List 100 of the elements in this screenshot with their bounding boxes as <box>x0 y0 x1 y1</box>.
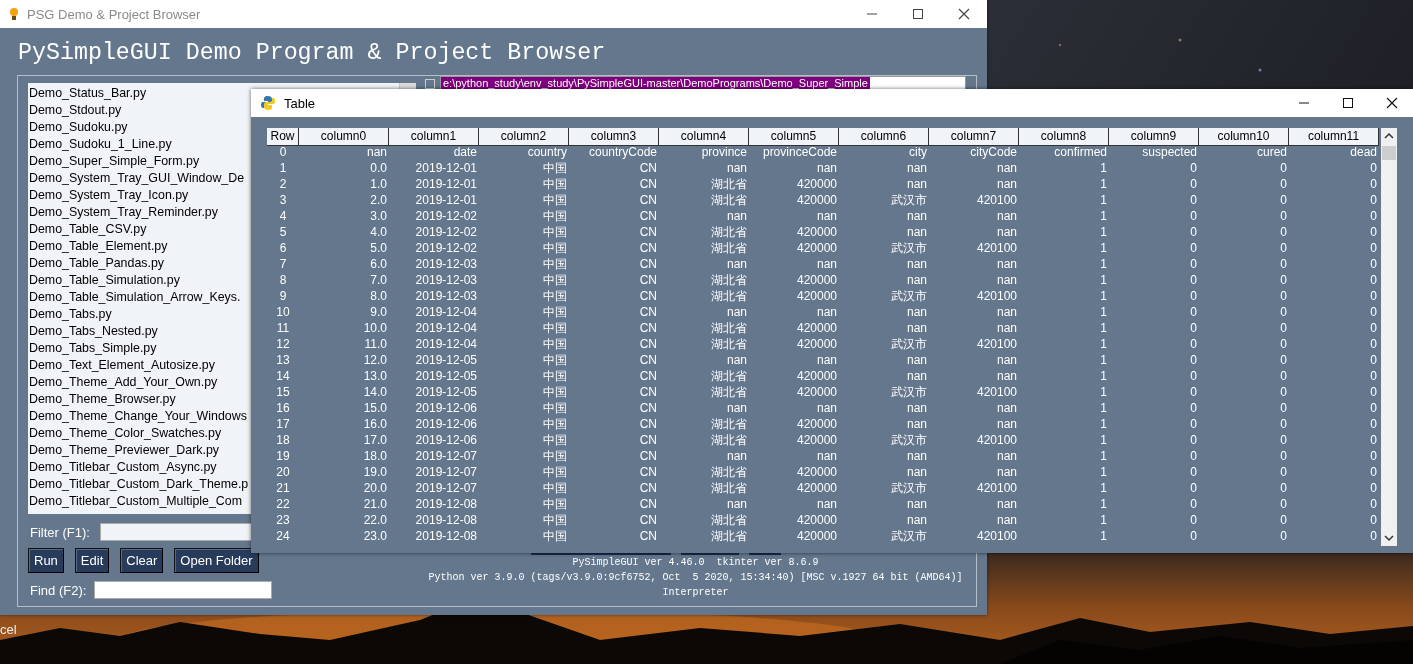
table-cell-text: 中国 <box>542 416 568 432</box>
table-cell-text: 中国 <box>542 160 568 176</box>
column-header[interactable]: column4 <box>659 128 749 146</box>
button[interactable]: Clear <box>120 548 164 573</box>
file-list-item[interactable]: Demo_Titlebar_Custom_Dark_Theme.p <box>29 476 249 493</box>
table-cell-text: CN <box>638 384 658 400</box>
table-cell-text: nan <box>815 400 838 416</box>
table-cell-text: 湖北省 <box>710 528 748 544</box>
button[interactable]: Run <box>28 548 64 573</box>
table-cell-text: 420000 <box>795 320 838 336</box>
table-cell-text: 1 <box>1099 496 1108 512</box>
button[interactable]: Open Folder <box>174 548 259 573</box>
file-list-item[interactable]: Demo_Stdout.py <box>29 102 122 119</box>
maximize-icon[interactable] <box>1342 97 1354 109</box>
file-list-item[interactable]: Demo_Tabs_Nested.py <box>29 323 158 340</box>
file-list-item[interactable]: Demo_Table_Pandas.py <box>29 255 164 272</box>
file-list-item[interactable]: Demo_Super_Simple_Form.py <box>29 153 200 170</box>
scrollbar-thumb[interactable] <box>1382 146 1396 160</box>
table-cell-text: 中国 <box>542 448 568 464</box>
table-cell-text: 420100 <box>975 288 1018 304</box>
maximize-icon[interactable] <box>912 8 924 20</box>
column-header[interactable]: column1 <box>389 128 479 146</box>
column-header[interactable]: column8 <box>1019 128 1109 146</box>
file-list-item[interactable]: Demo_System_Tray_Reminder.py <box>29 204 218 221</box>
file-list-item[interactable]: Demo_Titlebar_Custom_Multiple_Com <box>29 493 243 510</box>
file-list-item[interactable]: Demo_Theme_Previewer_Dark.py <box>29 442 220 459</box>
close-icon[interactable] <box>958 8 970 20</box>
table-cell-text: nan <box>815 352 838 368</box>
table-cell-text: 0 <box>1369 416 1378 432</box>
column-header[interactable]: column2 <box>479 128 569 146</box>
table-cell-text: 湖北省 <box>710 336 748 352</box>
table-cell-text: 0 <box>1189 480 1198 496</box>
table-cell-text: 0 <box>1279 176 1288 192</box>
file-list-item[interactable]: Demo_Theme_Color_Swatches.py <box>29 425 222 442</box>
file-list-item[interactable]: Demo_Table_Simulation.py <box>29 272 180 289</box>
table-cell-text: 中国 <box>542 240 568 256</box>
close-icon[interactable] <box>1386 97 1398 109</box>
table-cell-text: 0 <box>1189 528 1198 544</box>
column-header[interactable]: column10 <box>1199 128 1289 146</box>
table-cell-text: CN <box>638 448 658 464</box>
table-cell-text: nan <box>905 208 928 224</box>
table-cell-text: 1 <box>1099 224 1108 240</box>
file-list-item[interactable]: Demo_Sudoku_1_Line.py <box>29 136 172 153</box>
file-list-item[interactable]: Demo_System_Tray_GUI_Window_De <box>29 170 245 187</box>
table-cell-text: nan <box>365 144 388 160</box>
table-cell-text: 0 <box>1369 400 1378 416</box>
table-cell-text: nan <box>815 496 838 512</box>
table-cell-text: 420100 <box>975 528 1018 544</box>
column-header[interactable]: column7 <box>929 128 1019 146</box>
file-list-item[interactable]: Demo_Status_Bar.py <box>29 85 147 102</box>
table-cell-text: 420000 <box>795 384 838 400</box>
file-list-item[interactable]: Demo_Text_Element_Autosize.py <box>29 357 215 374</box>
file-list-item[interactable]: Demo_Theme_Browser.py <box>29 391 176 408</box>
file-list-item[interactable]: Demo_Titlebar_Custom_Async.py <box>29 459 217 476</box>
table-cell-text: 0 <box>1369 368 1378 384</box>
table-cell-text: 420100 <box>975 384 1018 400</box>
table-cell-text: 中国 <box>542 320 568 336</box>
scrollbar[interactable] <box>1381 128 1397 546</box>
table-cell-text: 2019-12-08 <box>414 512 478 528</box>
table-cell-text: 中国 <box>542 192 568 208</box>
table-cell-text: 0 <box>1369 176 1378 192</box>
table-cell-text: 0 <box>1189 176 1198 192</box>
column-header[interactable]: column11 <box>1289 128 1379 146</box>
table-cell-text: 10 <box>275 304 291 320</box>
file-list-item[interactable]: Demo_Theme_Change_Your_Windows <box>29 408 247 425</box>
column-header[interactable]: column6 <box>839 128 929 146</box>
table-cell-text: 20 <box>275 464 291 480</box>
table-cell-text: nan <box>905 320 928 336</box>
table-cell-text: 0 <box>1279 400 1288 416</box>
table-cell-text: 0 <box>1189 320 1198 336</box>
column-header[interactable]: column5 <box>749 128 839 146</box>
window-title: Table <box>284 95 316 111</box>
file-list-item[interactable]: Demo_Tabs_Simple.py <box>29 340 157 357</box>
table-cell-text: nan <box>995 496 1018 512</box>
column-header[interactable]: Row <box>267 128 299 146</box>
table-cell-text: 0 <box>1369 496 1378 512</box>
table-cell-text: 1 <box>1099 432 1108 448</box>
file-list-item[interactable]: Demo_Table_Simulation_Arrow_Keys. <box>29 289 241 306</box>
file-list-item[interactable]: Demo_Table_Element.py <box>29 238 168 255</box>
table-cell-text: 0 <box>1369 256 1378 272</box>
table-cell-text: 中国 <box>542 480 568 496</box>
table-cell-text: 0 <box>1189 416 1198 432</box>
table-cell-text: 0 <box>1369 224 1378 240</box>
column-header[interactable]: column9 <box>1109 128 1199 146</box>
file-list-item[interactable]: Demo_Tabs.py <box>29 306 112 323</box>
column-header[interactable]: column3 <box>569 128 659 146</box>
table-cell-text: 1 <box>1099 192 1108 208</box>
table-cell-text: 420000 <box>795 192 838 208</box>
file-list-item[interactable]: Demo_Table_CSV.py <box>29 221 147 238</box>
file-list-item[interactable]: Demo_Sudoku.py <box>29 119 128 136</box>
file-list-item[interactable]: Demo_Theme_Add_Your_Own.py <box>29 374 218 391</box>
file-list-item[interactable]: Demo_System_Tray_Icon.py <box>29 187 189 204</box>
find-field[interactable] <box>94 581 273 599</box>
table-cell-text: nan <box>995 416 1018 432</box>
checkbox[interactable] <box>425 79 435 89</box>
button[interactable]: Edit <box>74 548 110 573</box>
window-title: PSG Demo & Project Browser <box>27 6 201 22</box>
table-cell-text: 12.0 <box>362 352 388 368</box>
table-cell-text: nan <box>905 304 928 320</box>
column-header[interactable]: column0 <box>299 128 389 146</box>
